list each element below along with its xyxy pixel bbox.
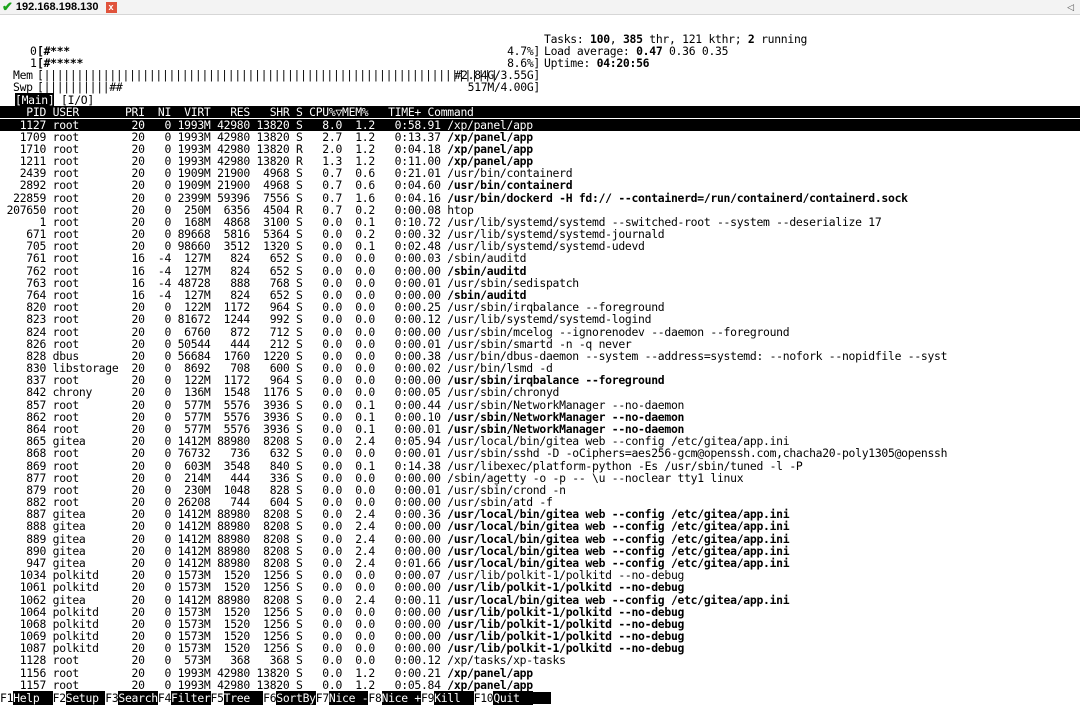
fkey-key: F6	[263, 691, 277, 705]
fkey-bar-fill	[532, 692, 551, 704]
fkey-f9[interactable]: F9Kill	[421, 691, 474, 705]
fkey-key: F10	[473, 691, 494, 705]
function-key-bar: F1Help F2Setup F3SearchF4FilterF5Tree F6…	[0, 691, 551, 705]
fkey-key: F2	[52, 691, 66, 705]
fkey-f6[interactable]: F6SortBy	[263, 691, 316, 705]
fkey-key: F3	[105, 691, 119, 705]
process-command: /xp/panel/app	[447, 677, 533, 692]
fkey-f7[interactable]: F7Nice -	[316, 691, 369, 705]
swp-meter: Swp [||||||||||## 517M/4.00G]	[0, 69, 540, 93]
fkey-key: F8	[368, 691, 382, 705]
cpu0-meter: 0 [#*** 4.7%]	[0, 33, 540, 57]
fkey-label: Tree	[223, 691, 264, 705]
fkey-label: SortBy	[276, 691, 316, 705]
swp-value: 517M/4.00G]	[467, 80, 541, 94]
fkey-f2[interactable]: F2Setup	[53, 691, 106, 705]
fkey-f8[interactable]: F8Nice +	[368, 691, 421, 705]
fkey-label: Help	[13, 691, 53, 705]
fkey-f10[interactable]: F10Quit	[474, 691, 533, 705]
fkey-label: Quit	[493, 691, 533, 705]
session-tab-title: 192.168.198.130	[15, 1, 99, 13]
fkey-key: F1	[0, 691, 14, 705]
fkey-label: Nice -	[328, 691, 369, 705]
session-tab-bar: ✔ 192.168.198.130 x ◁	[0, 0, 1080, 15]
process-command: /usr/bin/dockerd -H fd:// --containerd=/…	[447, 190, 908, 205]
swp-label: Swp	[13, 80, 33, 94]
fkey-key: F4	[157, 691, 172, 705]
fkey-key: F7	[315, 691, 329, 705]
session-tab[interactable]: ✔ 192.168.198.130 x	[0, 0, 117, 14]
fkey-key: F5	[210, 691, 224, 705]
close-icon[interactable]: x	[105, 1, 117, 13]
fkey-key: F9	[421, 691, 435, 705]
fkey-label: Setup	[65, 691, 106, 705]
fkey-f4[interactable]: F4Filter	[158, 691, 211, 705]
mem-meter: Mem [||||||||||||||||||||||||||||||||||||…	[0, 57, 540, 81]
htop-terminal: 0 [#*** 4.7%] 1 [#***** 8.6%] Mem [||||||||||…	[0, 30, 1080, 704]
fkey-f5[interactable]: F5Tree	[211, 691, 264, 705]
swp-bar: [||||||||||##	[37, 80, 123, 94]
column-header[interactable]: PID USER PRI NI VIRT RES SHR S CPU%▽MEM%…	[0, 106, 1080, 118]
fkey-label: Kill	[434, 691, 474, 705]
fkey-label: Search	[118, 691, 158, 705]
process-row[interactable]: 1157 root 20 0 1993M 42980 13820 S 0.0 1…	[0, 679, 533, 691]
fkey-f3[interactable]: F3Search	[105, 691, 158, 705]
fkey-f1[interactable]: F1Help	[0, 691, 53, 705]
scroll-left-icon[interactable]: ◁	[1067, 0, 1074, 14]
check-icon: ✔	[2, 0, 13, 14]
uptime: Uptime: 04:20:56	[544, 56, 650, 70]
cpu1-meter: 1 [#***** 8.6%]	[0, 45, 540, 69]
fkey-label: Nice +	[381, 691, 421, 705]
process-fields: 1157 root 20 0 1993M 42980 13820 S 0.0 1…	[0, 677, 448, 692]
fkey-label: Filter	[171, 691, 211, 705]
